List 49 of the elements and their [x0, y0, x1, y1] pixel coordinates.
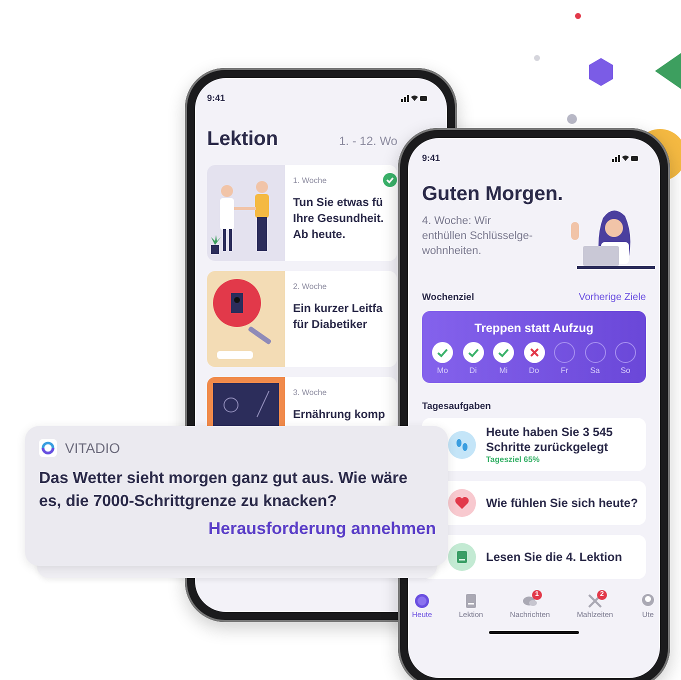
week-range: 1. - 12. Wo [339, 134, 398, 148]
lesson-title: Tun Sie etwas fü Ihre Gesundheit. Ab heute. [293, 196, 385, 243]
cross-circle-icon [524, 342, 544, 363]
day-label: So [620, 366, 630, 375]
section-label: Tagesaufgaben [422, 401, 492, 412]
app-logo-icon [39, 439, 57, 457]
previous-goals-link[interactable]: Vorherige Ziele [578, 292, 646, 303]
status-time: 9:41 [207, 93, 226, 103]
hexagon-decoration [589, 58, 613, 86]
footprint-icon [448, 430, 476, 458]
greeting-title: Guten Morgen. [422, 182, 564, 206]
day-label: Fr [560, 366, 568, 375]
sun-icon [414, 593, 430, 609]
lesson-title: Ein kurzer Leitfa für Diabetiker [293, 302, 384, 333]
day-label: Do [528, 366, 540, 375]
task-title: Lesen Sie die 4. Lektion [486, 550, 622, 564]
triangle-decoration [655, 53, 681, 89]
screen-title: Lektion [207, 128, 280, 151]
lesson-card[interactable]: 2. Woche Ein kurzer Leitfa für Diabetiker [207, 271, 397, 367]
progress-note: Tagesziel 65% [486, 455, 541, 464]
day-label: Di [469, 366, 477, 375]
check-circle-icon [462, 342, 484, 363]
week-label: 1. Woche [293, 176, 327, 184]
week-label: 2. Woche [293, 282, 327, 290]
app-name: VITADIO [65, 440, 120, 456]
dot-decoration [575, 13, 581, 19]
status-time: 9:41 [422, 153, 440, 163]
check-circle-icon [493, 342, 514, 363]
week-label: 3. Woche [293, 388, 327, 396]
lesson-title: Ernährung komp [293, 408, 386, 423]
week-subtitle: 4. Woche: Wir enthüllen Schlüsselge- wohnheiten. [422, 214, 534, 259]
dot-decoration [567, 114, 577, 124]
day-label: Mi [499, 366, 508, 375]
task-title: Heute haben Sie 3 545 Schritte zurückgelegt [486, 425, 614, 455]
notification-card[interactable]: VITADIO Das Wetter sieht morgen ganz gut aus. Wie wäre es, die 7000-Schrittgrenze zu knacken? Herausforderung annehmen [25, 426, 448, 566]
check-circle-icon [432, 342, 453, 363]
empty-circle-icon [615, 342, 636, 363]
goal-title: Treppen statt Aufzug [474, 321, 594, 335]
task-title: Wie fühlen Sie sich heute? [486, 496, 638, 510]
day-label: Mo [436, 366, 448, 375]
day-label: Sa [590, 366, 600, 375]
section-label: Wochenziel [422, 292, 474, 303]
status-icons [612, 154, 638, 162]
lesson-card[interactable]: 1. Woche Tun Sie etwas fü Ihre Gesundheit. Ab heute. [207, 165, 397, 261]
dot-decoration [534, 55, 540, 61]
book-icon [448, 543, 476, 571]
status-icons [401, 94, 427, 102]
empty-circle-icon [584, 342, 606, 363]
empty-circle-icon [554, 342, 575, 363]
